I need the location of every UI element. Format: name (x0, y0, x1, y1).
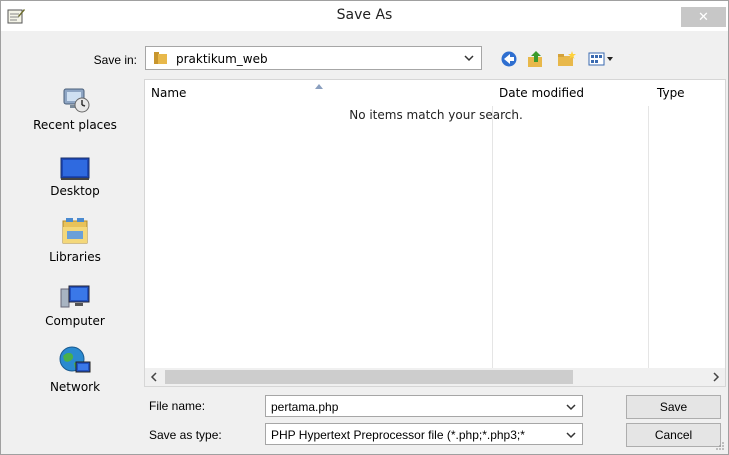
computer-icon (60, 285, 90, 308)
libraries-icon (62, 218, 88, 244)
place-label: Computer (45, 314, 105, 328)
dialog-title: Save As (336, 7, 393, 23)
place-desktop[interactable]: Desktop (25, 157, 125, 198)
place-computer[interactable]: Computer (25, 283, 125, 328)
place-label: Recent places (33, 118, 117, 132)
title-bar: Save As ✕ (1, 1, 728, 31)
place-label: Libraries (49, 250, 101, 264)
place-network[interactable]: Network (25, 345, 125, 394)
folder-icon (154, 52, 167, 64)
empty-message: No items match your search. (349, 108, 523, 122)
new-folder-icon[interactable] (557, 50, 577, 68)
cancel-button[interactable]: Cancel (626, 423, 721, 447)
save-in-dropdown[interactable]: praktikum_web (145, 46, 482, 70)
view-menu-icon[interactable] (588, 50, 614, 68)
file-name-field[interactable]: pertama.php (265, 395, 583, 417)
save-as-type-label: Save as type: (149, 428, 222, 442)
place-label: Desktop (50, 184, 100, 198)
column-divider[interactable] (492, 106, 493, 368)
chevron-down-icon (464, 55, 474, 62)
back-icon[interactable] (500, 50, 520, 68)
up-folder-icon[interactable] (526, 50, 546, 68)
desktop-icon (60, 157, 90, 180)
chevron-down-icon[interactable] (566, 402, 576, 412)
column-header-type[interactable]: Type (657, 80, 723, 106)
column-header-date-modified[interactable]: Date modified (499, 80, 639, 106)
column-divider[interactable] (648, 106, 649, 368)
network-icon (59, 346, 91, 373)
file-name-label: File name: (149, 399, 206, 413)
sort-ascending-icon (315, 84, 323, 89)
places-bar: Recent places Desktop Libraries Computer… (1, 77, 141, 407)
save-in-label: Save in: (93, 53, 137, 67)
chevron-down-icon (566, 432, 576, 439)
file-list[interactable]: Name Date modified Type No items match y… (144, 79, 726, 387)
save-button[interactable]: Save (626, 395, 721, 419)
place-recent-places[interactable]: Recent places (25, 85, 125, 132)
file-name-value: pertama.php (271, 400, 339, 414)
recent-places-icon (63, 88, 90, 113)
save-as-type-dropdown[interactable]: PHP Hypertext Preprocessor file (*.php;*… (265, 423, 583, 445)
place-label: Network (49, 380, 101, 394)
scrollbar-thumb[interactable] (165, 370, 573, 384)
save-in-value: praktikum_web (176, 52, 268, 66)
save-as-dialog: Save As ✕ Save in: praktikum_web Recent … (0, 0, 729, 455)
place-libraries[interactable]: Libraries (25, 217, 125, 264)
resize-grip-icon[interactable] (715, 441, 725, 451)
scroll-right-icon[interactable] (711, 372, 721, 382)
horizontal-scrollbar[interactable] (145, 368, 725, 386)
scroll-left-icon[interactable] (149, 372, 159, 382)
close-button[interactable]: ✕ (681, 7, 726, 27)
save-as-type-value: PHP Hypertext Preprocessor file (*.php;*… (271, 428, 525, 442)
